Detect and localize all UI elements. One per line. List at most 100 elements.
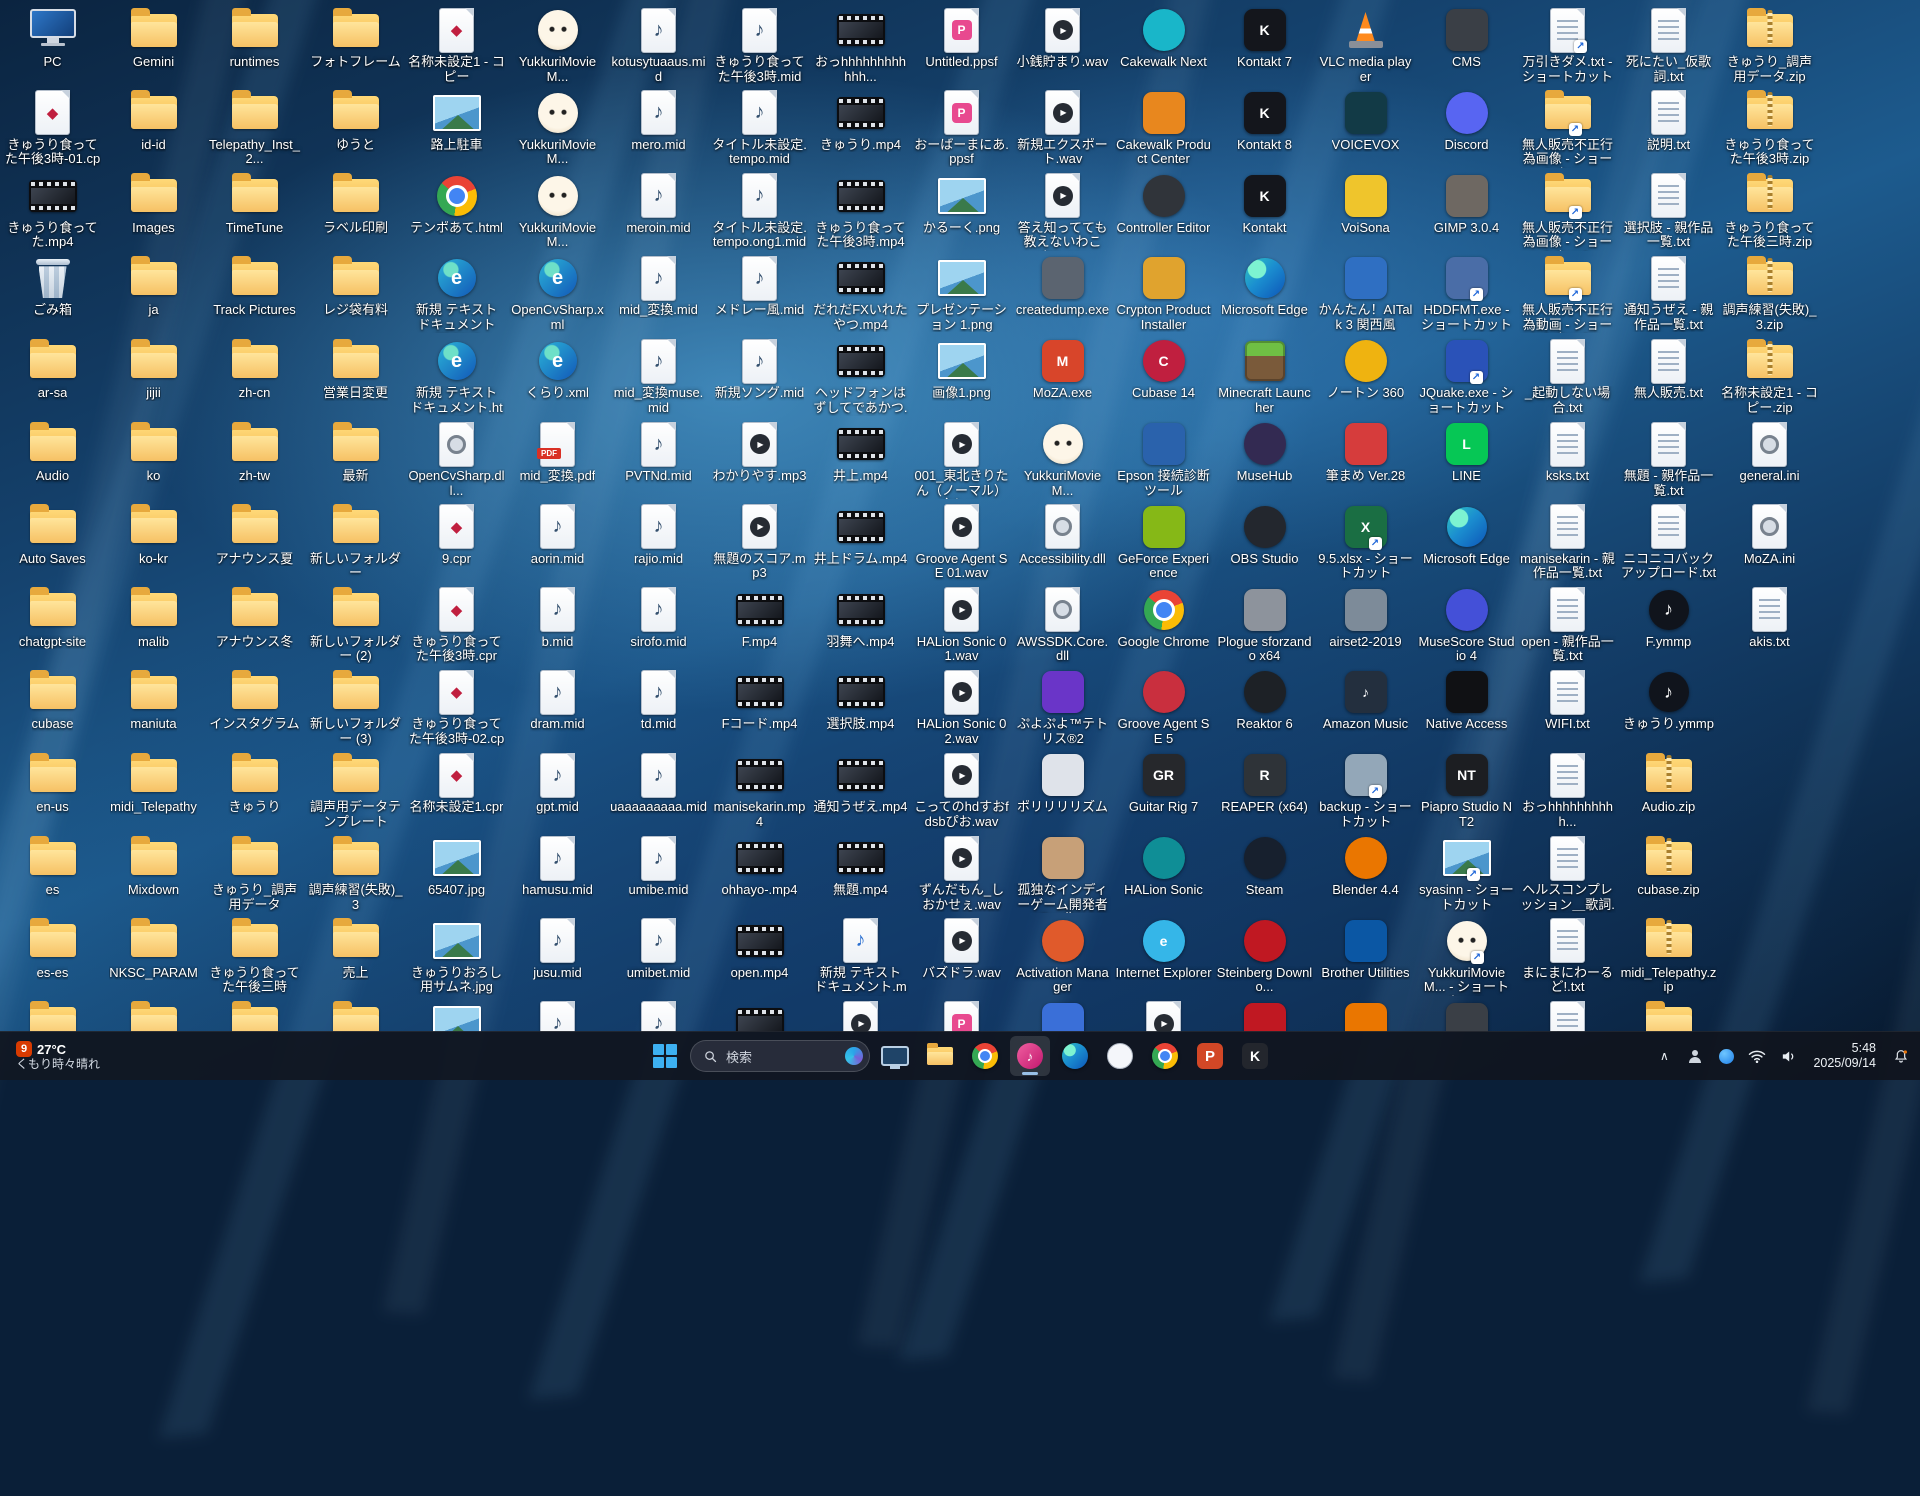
desktop-icon[interactable]: _起動しない場合.txt xyxy=(1517,333,1618,416)
desktop-icon[interactable]: ♪きゅうり.ymmp xyxy=(1618,664,1719,747)
desktop-icon[interactable]: Mixdown xyxy=(103,830,204,913)
desktop-icon[interactable]: ↗無人販売不正行為画像 - ショートカッ... xyxy=(1517,85,1618,168)
desktop-icon[interactable]: ♪メドレー風.mid xyxy=(709,250,810,333)
desktop-icon[interactable]: open.mp4 xyxy=(709,913,810,996)
desktop-icon[interactable]: きゅうり食ってた午後3時.mp4 xyxy=(810,168,911,251)
desktop-icon[interactable]: HALion Sonic xyxy=(1113,830,1214,913)
desktop-icon[interactable]: GeForce Experience xyxy=(1113,499,1214,582)
desktop-icon[interactable]: NKSC_PARAM xyxy=(103,913,204,996)
desktop-icon[interactable] xyxy=(1012,996,1113,1032)
desktop-icon[interactable]: きゅうり_調声用データ.zip xyxy=(1719,2,1820,85)
desktop-icon[interactable]: ▶わかりやす.mp3 xyxy=(709,416,810,499)
desktop-icon[interactable]: LLINE xyxy=(1416,416,1517,499)
desktop-icon[interactable]: Brother Utilities xyxy=(1315,913,1416,996)
desktop-icon[interactable]: cubase.zip xyxy=(1618,830,1719,913)
desktop-icon[interactable]: general.ini xyxy=(1719,416,1820,499)
desktop-icon[interactable]: ko-kr xyxy=(103,499,204,582)
desktop-icon[interactable]: ♪Amazon Music xyxy=(1315,664,1416,747)
desktop-icon[interactable]: ♪PVTNd.mid xyxy=(608,416,709,499)
desktop-icon[interactable]: Audio.zip xyxy=(1618,747,1719,830)
desktop-icon[interactable]: きゅうり.mp4 xyxy=(810,85,911,168)
desktop-icon[interactable]: Microsoft Edge xyxy=(1214,250,1315,333)
desktop-icon[interactable]: ▶ xyxy=(1113,996,1214,1032)
desktop-icon[interactable]: Audio xyxy=(2,416,103,499)
desktop-icon[interactable]: ▶新規エクスポート.wav xyxy=(1012,85,1113,168)
desktop-icon[interactable]: Cakewalk Product Center xyxy=(1113,85,1214,168)
desktop-icon[interactable]: ohhayo-.mp4 xyxy=(709,830,810,913)
desktop-icon[interactable]: Native Access xyxy=(1416,664,1517,747)
desktop-icon[interactable]: ♪td.mid xyxy=(608,664,709,747)
desktop-icon[interactable]: ksks.txt xyxy=(1517,416,1618,499)
desktop-icon[interactable]: createdump.exe xyxy=(1012,250,1113,333)
desktop-icon[interactable]: Telepathy_Inst_2... xyxy=(204,85,305,168)
taskbar-music-app-button[interactable]: ♪ xyxy=(1010,1036,1050,1076)
desktop-icon[interactable]: Blender 4.4 xyxy=(1315,830,1416,913)
desktop-icon[interactable]: きゅうり食ってた午後三時 xyxy=(204,913,305,996)
desktop-icon[interactable]: 羽舞へ.mp4 xyxy=(810,582,911,665)
desktop-icon[interactable]: ▶Groove Agent SE 01.wav xyxy=(911,499,1012,582)
desktop-icon[interactable]: ♪F.ymmp xyxy=(1618,582,1719,665)
desktop-icon[interactable]: ◆名称未設定1 - コピー xyxy=(406,2,507,85)
desktop-icon[interactable]: 65407.jpg xyxy=(406,830,507,913)
desktop-icon[interactable]: フォトフレーム xyxy=(305,2,406,85)
desktop-icon[interactable]: ja xyxy=(103,250,204,333)
desktop-icon[interactable]: 井上.mp4 xyxy=(810,416,911,499)
desktop-icon[interactable]: Groove Agent SE 5 xyxy=(1113,664,1214,747)
desktop-icon[interactable]: PUntitled.ppsf xyxy=(911,2,1012,85)
desktop-icon[interactable]: かんたん！AITalk 3 関西風 xyxy=(1315,250,1416,333)
desktop-icon[interactable]: en-us xyxy=(2,747,103,830)
desktop-icon[interactable]: ◆きゅうり食ってた午後3時-02.cpr xyxy=(406,664,507,747)
desktop-icon[interactable]: 画像1.png xyxy=(911,333,1012,416)
tray-app-button[interactable] xyxy=(1711,1036,1741,1076)
desktop-icon[interactable] xyxy=(204,996,305,1032)
desktop-icon[interactable]: きゅうりおろし用サムネ.jpg xyxy=(406,913,507,996)
desktop-icon[interactable]: おっhhhhhhhhhhhh... xyxy=(810,2,911,85)
desktop-icon[interactable]: Track Pictures xyxy=(204,250,305,333)
desktop-icon[interactable] xyxy=(1214,996,1315,1032)
desktop-icon[interactable]: MuseHub xyxy=(1214,416,1315,499)
desktop-icon[interactable]: きゅうり食ってた.mp4 xyxy=(2,168,103,251)
desktop-icon[interactable]: ♪mid_変換.mid xyxy=(608,250,709,333)
desktop-icon[interactable]: maniuta xyxy=(103,664,204,747)
desktop-icon[interactable]: 無題.mp4 xyxy=(810,830,911,913)
desktop-icon[interactable]: ◆9.cpr xyxy=(406,499,507,582)
desktop-icon[interactable]: きゅうり_調声用データ xyxy=(204,830,305,913)
desktop-icon[interactable] xyxy=(406,996,507,1032)
desktop-icon[interactable]: ♪aorin.mid xyxy=(507,499,608,582)
desktop-icon[interactable]: es-es xyxy=(2,913,103,996)
desktop-icon[interactable]: ♪新規ソング.mid xyxy=(709,333,810,416)
desktop-icon[interactable] xyxy=(1618,996,1719,1032)
desktop-icon[interactable]: F.mp4 xyxy=(709,582,810,665)
desktop-icon[interactable]: ↗YukkuriMovieM... - ショートカット xyxy=(1416,913,1517,996)
taskbar-edge-button[interactable] xyxy=(1055,1036,1095,1076)
desktop-icon[interactable]: RREAPER (x64) xyxy=(1214,747,1315,830)
desktop-icon[interactable]: CCubase 14 xyxy=(1113,333,1214,416)
desktop-icon[interactable]: YukkuriMovieM... xyxy=(507,168,608,251)
desktop-icon[interactable]: GIMP 3.0.4 xyxy=(1416,168,1517,251)
desktop-icon[interactable]: 孤独なインディーゲーム開発者の一生... xyxy=(1012,830,1113,913)
desktop-icon[interactable]: Epson 接続診断ツール xyxy=(1113,416,1214,499)
desktop-icon[interactable]: きゅうり食ってた午後3時.zip xyxy=(1719,85,1820,168)
desktop-icon[interactable]: ▶こってのhdすおfdsbぴお.wav xyxy=(911,747,1012,830)
desktop-icon[interactable]: ノートン 360 xyxy=(1315,333,1416,416)
desktop-icon[interactable]: GRGuitar Rig 7 xyxy=(1113,747,1214,830)
desktop-icon[interactable]: ◆きゅうり食ってた午後3時.cpr xyxy=(406,582,507,665)
desktop-icon[interactable]: ヘッドフォンはずしてであかつ.mp4 xyxy=(810,333,911,416)
desktop-icon[interactable]: ポリリリリズム xyxy=(1012,747,1113,830)
desktop-icon[interactable]: akis.txt xyxy=(1719,582,1820,665)
desktop-icon[interactable]: open - 親作品一覧.txt xyxy=(1517,582,1618,665)
desktop-icon[interactable]: AWSSDK.Core.dll xyxy=(1012,582,1113,665)
desktop-icon[interactable]: Gemini xyxy=(103,2,204,85)
desktop-icon[interactable]: ♪ xyxy=(507,996,608,1032)
desktop-icon[interactable]: ♪umibe.mid xyxy=(608,830,709,913)
desktop-icon[interactable]: 無題 - 親作品一覧.txt xyxy=(1618,416,1719,499)
desktop-icon[interactable]: ニコニコバックアップロード.txt xyxy=(1618,499,1719,582)
desktop-icon[interactable]: ♪sirofo.mid xyxy=(608,582,709,665)
desktop-icon[interactable]: 調声用データテンプレート xyxy=(305,747,406,830)
desktop-icon[interactable]: VoiSona xyxy=(1315,168,1416,251)
taskbar-file-explorer-button[interactable] xyxy=(920,1036,960,1076)
desktop-icon[interactable]: OpenCvSharp.dll... xyxy=(406,416,507,499)
desktop-icon[interactable]: VLC media player xyxy=(1315,2,1416,85)
desktop-icon[interactable]: Activation Manager xyxy=(1012,913,1113,996)
taskbar-white-app-button[interactable] xyxy=(1100,1036,1140,1076)
